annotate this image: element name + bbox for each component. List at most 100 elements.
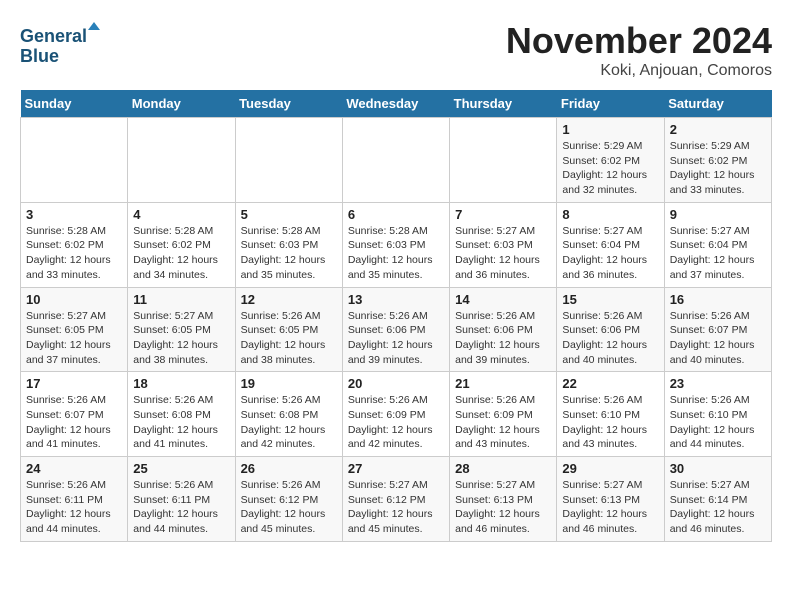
- calendar-cell: 7 Sunrise: 5:27 AMSunset: 6:03 PMDaylight…: [450, 202, 557, 287]
- calendar-week-2: 3 Sunrise: 5:28 AMSunset: 6:02 PMDaylight…: [21, 202, 772, 287]
- day-info: Sunrise: 5:26 AMSunset: 6:10 PMDaylight:…: [670, 393, 766, 452]
- calendar-cell: 10 Sunrise: 5:27 AMSunset: 6:05 PMDayligh…: [21, 287, 128, 372]
- day-info: Sunrise: 5:26 AMSunset: 6:06 PMDaylight:…: [455, 309, 551, 368]
- day-info: Sunrise: 5:26 AMSunset: 6:11 PMDaylight:…: [133, 478, 229, 537]
- header: GeneralBlue November 2024 Koki, Anjouan,…: [20, 20, 772, 80]
- day-info: Sunrise: 5:26 AMSunset: 6:10 PMDaylight:…: [562, 393, 658, 452]
- day-info: Sunrise: 5:26 AMSunset: 6:06 PMDaylight:…: [562, 309, 658, 368]
- calendar-cell: 28 Sunrise: 5:27 AMSunset: 6:13 PMDayligh…: [450, 457, 557, 542]
- calendar-cell: 26 Sunrise: 5:26 AMSunset: 6:12 PMDayligh…: [235, 457, 342, 542]
- calendar-cell: 9 Sunrise: 5:27 AMSunset: 6:04 PMDaylight…: [664, 202, 771, 287]
- day-number: 12: [241, 292, 337, 307]
- calendar-cell: 20Sunrise: 5:26 AMSunset: 6:09 PMDayligh…: [342, 372, 449, 457]
- logo: GeneralBlue: [20, 20, 110, 70]
- day-info: Sunrise: 5:26 AMSunset: 6:08 PMDaylight:…: [133, 393, 229, 452]
- day-number: 15: [562, 292, 658, 307]
- day-info: Sunrise: 5:28 AMSunset: 6:02 PMDaylight:…: [26, 224, 122, 283]
- day-info: Sunrise: 5:26 AMSunset: 6:11 PMDaylight:…: [26, 478, 122, 537]
- calendar-cell: 3 Sunrise: 5:28 AMSunset: 6:02 PMDaylight…: [21, 202, 128, 287]
- day-info: Sunrise: 5:27 AMSunset: 6:04 PMDaylight:…: [670, 224, 766, 283]
- calendar-cell: 29Sunrise: 5:27 AMSunset: 6:13 PMDayligh…: [557, 457, 664, 542]
- day-number: 10: [26, 292, 122, 307]
- calendar-cell: 30Sunrise: 5:27 AMSunset: 6:14 PMDayligh…: [664, 457, 771, 542]
- weekday-header-thursday: Thursday: [450, 90, 557, 118]
- calendar-cell: 22 Sunrise: 5:26 AMSunset: 6:10 PMDayligh…: [557, 372, 664, 457]
- calendar-week-1: 1 Sunrise: 5:29 AMSunset: 6:02 PMDaylight…: [21, 118, 772, 203]
- calendar-cell: [342, 118, 449, 203]
- calendar-cell: 24 Sunrise: 5:26 AMSunset: 6:11 PMDayligh…: [21, 457, 128, 542]
- location-title: Koki, Anjouan, Comoros: [506, 62, 772, 80]
- calendar-cell: 15 Sunrise: 5:26 AMSunset: 6:06 PMDayligh…: [557, 287, 664, 372]
- day-number: 9: [670, 207, 766, 222]
- day-number: 2: [670, 122, 766, 137]
- day-number: 30: [670, 461, 766, 476]
- weekday-header-tuesday: Tuesday: [235, 90, 342, 118]
- day-number: 3: [26, 207, 122, 222]
- calendar-cell: 1 Sunrise: 5:29 AMSunset: 6:02 PMDaylight…: [557, 118, 664, 203]
- calendar-cell: 8 Sunrise: 5:27 AMSunset: 6:04 PMDaylight…: [557, 202, 664, 287]
- calendar-cell: 23Sunrise: 5:26 AMSunset: 6:10 PMDayligh…: [664, 372, 771, 457]
- day-number: 25: [133, 461, 229, 476]
- day-number: 16: [670, 292, 766, 307]
- day-info: Sunrise: 5:26 AMSunset: 6:06 PMDaylight:…: [348, 309, 444, 368]
- day-info: Sunrise: 5:27 AMSunset: 6:05 PMDaylight:…: [133, 309, 229, 368]
- day-info: Sunrise: 5:26 AMSunset: 6:07 PMDaylight:…: [670, 309, 766, 368]
- day-number: 14: [455, 292, 551, 307]
- calendar-cell: 4Sunrise: 5:28 AMSunset: 6:02 PMDaylight…: [128, 202, 235, 287]
- day-number: 26: [241, 461, 337, 476]
- weekday-header-sunday: Sunday: [21, 90, 128, 118]
- day-info: Sunrise: 5:27 AMSunset: 6:13 PMDaylight:…: [455, 478, 551, 537]
- calendar-week-4: 17 Sunrise: 5:26 AMSunset: 6:07 PMDayligh…: [21, 372, 772, 457]
- day-number: 19: [241, 376, 337, 391]
- day-number: 18: [133, 376, 229, 391]
- day-info: Sunrise: 5:28 AMSunset: 6:02 PMDaylight:…: [133, 224, 229, 283]
- day-number: 8: [562, 207, 658, 222]
- day-number: 22: [562, 376, 658, 391]
- weekday-header-wednesday: Wednesday: [342, 90, 449, 118]
- calendar-week-3: 10 Sunrise: 5:27 AMSunset: 6:05 PMDayligh…: [21, 287, 772, 372]
- day-info: Sunrise: 5:27 AMSunset: 6:12 PMDaylight:…: [348, 478, 444, 537]
- day-number: 29: [562, 461, 658, 476]
- day-info: Sunrise: 5:28 AMSunset: 6:03 PMDaylight:…: [241, 224, 337, 283]
- day-number: 27: [348, 461, 444, 476]
- day-number: 28: [455, 461, 551, 476]
- day-number: 5: [241, 207, 337, 222]
- day-number: 21: [455, 376, 551, 391]
- calendar-cell: 6 Sunrise: 5:28 AMSunset: 6:03 PMDaylight…: [342, 202, 449, 287]
- day-info: Sunrise: 5:26 AMSunset: 6:09 PMDaylight:…: [455, 393, 551, 452]
- calendar-cell: 12 Sunrise: 5:26 AMSunset: 6:05 PMDayligh…: [235, 287, 342, 372]
- calendar-cell: [128, 118, 235, 203]
- calendar-cell: [450, 118, 557, 203]
- calendar-cell: 13Sunrise: 5:26 AMSunset: 6:06 PMDayligh…: [342, 287, 449, 372]
- day-number: 17: [26, 376, 122, 391]
- day-info: Sunrise: 5:28 AMSunset: 6:03 PMDaylight:…: [348, 224, 444, 283]
- month-title: November 2024: [506, 20, 772, 62]
- day-info: Sunrise: 5:27 AMSunset: 6:04 PMDaylight:…: [562, 224, 658, 283]
- day-number: 20: [348, 376, 444, 391]
- day-number: 24: [26, 461, 122, 476]
- calendar-cell: 11 Sunrise: 5:27 AMSunset: 6:05 PMDayligh…: [128, 287, 235, 372]
- logo-svg: GeneralBlue: [20, 20, 110, 70]
- day-info: Sunrise: 5:26 AMSunset: 6:07 PMDaylight:…: [26, 393, 122, 452]
- day-info: Sunrise: 5:27 AMSunset: 6:03 PMDaylight:…: [455, 224, 551, 283]
- weekday-header-monday: Monday: [128, 90, 235, 118]
- day-number: 1: [562, 122, 658, 137]
- day-number: 6: [348, 207, 444, 222]
- day-info: Sunrise: 5:29 AMSunset: 6:02 PMDaylight:…: [562, 139, 658, 198]
- svg-text:Blue: Blue: [20, 46, 59, 66]
- calendar-cell: 18 Sunrise: 5:26 AMSunset: 6:08 PMDayligh…: [128, 372, 235, 457]
- calendar-cell: 27 Sunrise: 5:27 AMSunset: 6:12 PMDayligh…: [342, 457, 449, 542]
- calendar-cell: 21 Sunrise: 5:26 AMSunset: 6:09 PMDayligh…: [450, 372, 557, 457]
- weekday-header-row: SundayMondayTuesdayWednesdayThursdayFrid…: [21, 90, 772, 118]
- day-info: Sunrise: 5:26 AMSunset: 6:05 PMDaylight:…: [241, 309, 337, 368]
- calendar-week-5: 24 Sunrise: 5:26 AMSunset: 6:11 PMDayligh…: [21, 457, 772, 542]
- title-area: November 2024 Koki, Anjouan, Comoros: [506, 20, 772, 80]
- calendar-cell: 5 Sunrise: 5:28 AMSunset: 6:03 PMDaylight…: [235, 202, 342, 287]
- calendar-table: SundayMondayTuesdayWednesdayThursdayFrid…: [20, 90, 772, 542]
- day-info: Sunrise: 5:26 AMSunset: 6:12 PMDaylight:…: [241, 478, 337, 537]
- day-info: Sunrise: 5:27 AMSunset: 6:05 PMDaylight:…: [26, 309, 122, 368]
- day-number: 11: [133, 292, 229, 307]
- calendar-cell: [235, 118, 342, 203]
- calendar-cell: 19Sunrise: 5:26 AMSunset: 6:08 PMDayligh…: [235, 372, 342, 457]
- day-number: 7: [455, 207, 551, 222]
